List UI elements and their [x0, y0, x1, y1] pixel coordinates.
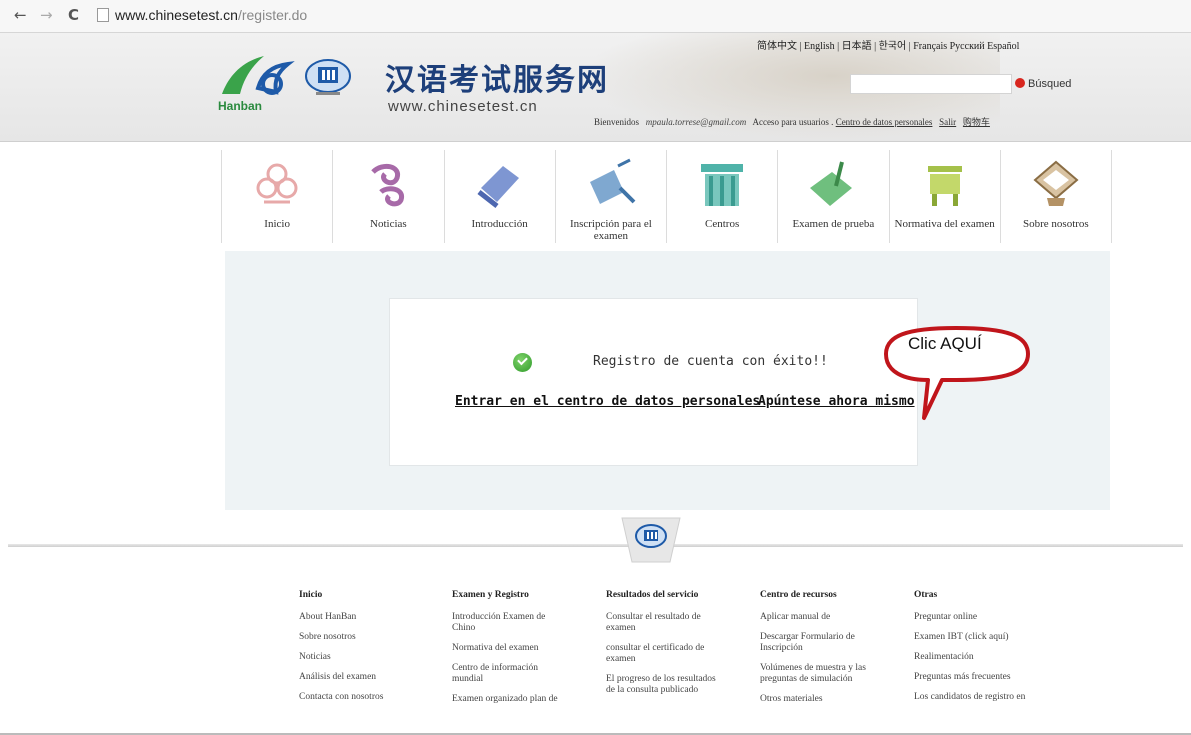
footer-link[interactable]: Examen IBT (click aquí) — [914, 632, 1064, 643]
footer-link[interactable]: Volúmenes de muestra y las preguntas de … — [760, 663, 886, 685]
footer-link[interactable]: Preguntas más frecuentes — [914, 672, 1064, 683]
footer-column-recursos: Centro de recursos Aplicar manual de Des… — [760, 590, 886, 714]
hanban-logo-text: Hanban — [218, 99, 263, 113]
footer-link[interactable]: consultar el certificado de examen — [606, 643, 726, 665]
knot-icon — [256, 163, 298, 204]
nav-item-centros[interactable]: Centros — [667, 150, 779, 243]
user-access-text: Acceso para usuarios . — [752, 117, 834, 127]
lang-zh[interactable]: 简体中文 — [757, 41, 797, 52]
search-icon — [1015, 78, 1025, 88]
language-selector: 简体中文 | English | 日本語 | 한국어 | Français Ру… — [757, 41, 1020, 52]
lang-ja[interactable]: 日本語 — [842, 41, 872, 52]
personal-center-link[interactable]: Centro de datos personales — [836, 117, 933, 127]
cloud-swirl-icon — [371, 163, 405, 207]
footer-link[interactable]: Análisis del examen — [299, 672, 439, 683]
bronze-vessel-icon — [927, 166, 962, 206]
page-icon — [97, 8, 109, 22]
nav-label-sobre-nosotros: Sobre nosotros — [1023, 218, 1089, 230]
footer-link[interactable]: Centro de información mundial — [452, 663, 570, 685]
nav-label-examen-prueba: Examen de prueba — [792, 218, 875, 230]
nav-item-examen-prueba[interactable]: Examen de prueba — [778, 150, 890, 243]
nav-label-inscripcion: Inscripción para el examen — [569, 218, 652, 242]
footer-link[interactable]: Preguntar online — [914, 612, 1064, 623]
cart-link[interactable]: 购物车 — [963, 117, 990, 127]
check-circle-icon — [513, 353, 532, 372]
callout-text: Clic AQUÍ — [908, 334, 982, 353]
success-card — [389, 298, 918, 466]
site-url: www.chinesetest.cn — [388, 98, 538, 115]
search-button[interactable]: Búsqued — [1015, 74, 1071, 94]
brush-scroll-icon — [589, 158, 636, 204]
nav-item-sobre-nosotros[interactable]: Sobre nosotros — [1001, 150, 1112, 243]
footer-divider — [8, 544, 1183, 547]
lang-ko[interactable]: 한국어 — [879, 41, 907, 52]
nav-item-introduccion[interactable]: Introducción — [445, 150, 556, 243]
footer-link[interactable]: Los candidatos de registro en — [914, 692, 1064, 703]
reload-button[interactable]: C — [68, 6, 79, 24]
nav-item-inscripcion[interactable]: Inscripción para el examen — [556, 150, 667, 243]
footer-heading: Resultados del servicio — [606, 590, 699, 600]
lantern-icon — [1033, 160, 1079, 206]
gate-icon — [701, 164, 744, 206]
footer-link[interactable]: El progreso de los resultados de la cons… — [606, 674, 726, 696]
nav-item-normativa[interactable]: Normativa del examen — [890, 150, 1001, 243]
footer-heading: Otras — [914, 590, 938, 600]
footer-link[interactable]: Otros materiales — [760, 694, 886, 705]
footer-column-otras: Otras Preguntar online Examen IBT (click… — [914, 590, 1064, 712]
address-bar[interactable]: www.chinesetest.cn/register.do — [97, 5, 1177, 25]
footer-heading: Centro de recursos — [760, 590, 837, 600]
url-path: /register.do — [237, 7, 308, 23]
footer-link[interactable]: Noticias — [299, 652, 439, 663]
forward-button[interactable]: → — [40, 6, 53, 24]
footer-link[interactable]: Introducción Examen de Chino — [452, 612, 570, 634]
nav-label-normativa: Normativa del examen — [894, 218, 995, 230]
search-input[interactable] — [850, 74, 1012, 94]
footer-column-inicio: Inicio About HanBan Sobre nosotros Notic… — [299, 590, 439, 712]
browser-toolbar: ← → C www.chinesetest.cn/register.do — [0, 0, 1191, 33]
footer-link[interactable]: Consultar el resultado de examen — [606, 612, 726, 634]
nav-item-inicio[interactable]: Inicio — [221, 150, 334, 243]
footer-heading: Examen y Registro — [452, 590, 529, 600]
search-button-label: Búsqued — [1028, 78, 1072, 90]
user-email: mpaula.torrese@gmail.com — [645, 117, 747, 127]
enter-personal-center-link[interactable]: Entrar en el centro de datos personales — [455, 394, 760, 409]
lang-en[interactable]: English — [804, 41, 835, 52]
footer-link[interactable]: Sobre nosotros — [299, 632, 439, 643]
main-nav: Inicio Noticias Introducción Inscripción… — [221, 150, 1112, 243]
nav-label-centros: Centros — [705, 218, 740, 230]
footer-link[interactable]: Contacta con nosotros — [299, 692, 439, 703]
footer-link[interactable]: Realimentación — [914, 652, 1064, 663]
lang-es[interactable]: Español — [987, 41, 1019, 52]
footer-link[interactable]: Examen organizado plan de — [452, 694, 570, 705]
footer-link[interactable]: Normativa del examen — [452, 643, 570, 654]
lang-fr[interactable]: Français — [913, 41, 947, 52]
hanban-logo-icon[interactable] — [218, 48, 298, 98]
footer-emblem-icon — [621, 517, 681, 563]
confucius-institute-emblem-icon — [305, 59, 351, 95]
footer-link[interactable]: Descargar Formulario de Inscripción — [760, 632, 886, 654]
nav-label-noticias: Noticias — [370, 218, 407, 230]
footer-column-examen: Examen y Registro Introducción Examen de… — [452, 590, 570, 714]
nav-label-introduccion: Introducción — [471, 218, 528, 230]
success-message: Registro de cuenta con éxito!! — [593, 354, 828, 369]
url-domain: www.chinesetest.cn — [115, 7, 238, 23]
lang-ru[interactable]: Русский — [950, 41, 985, 52]
nav-label-inicio: Inicio — [264, 218, 290, 230]
footer-column-resultados: Resultados del servicio Consultar el res… — [606, 590, 726, 705]
footer-heading: Inicio — [299, 590, 323, 600]
site-title: 汉语考试服务网 — [385, 63, 609, 98]
logout-link[interactable]: Salir — [939, 117, 956, 127]
footer-link[interactable]: About HanBan — [299, 612, 439, 623]
user-bar: Bienvenidos mpaula.torrese@gmail.com Acc… — [594, 115, 990, 128]
brush-book-icon — [810, 161, 853, 206]
welcome-text: Bienvenidos — [594, 117, 639, 127]
back-button[interactable]: ← — [14, 6, 27, 24]
scroll-icon — [477, 166, 519, 208]
nav-item-noticias[interactable]: Noticias — [333, 150, 445, 243]
footer-link[interactable]: Aplicar manual de — [760, 612, 886, 623]
